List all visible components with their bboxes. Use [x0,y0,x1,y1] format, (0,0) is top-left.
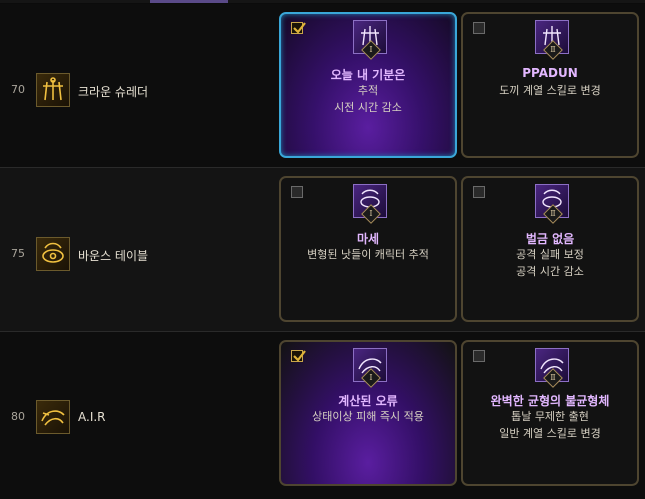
skill-level: 80 [11,410,25,423]
talent-option-card[interactable]: Ⅰ 계산된 오류 상태이상 피해 즉시 적용 [279,340,457,486]
option-title: 벌금 없음 [525,232,575,246]
talent-option-card[interactable]: Ⅰ 마세 변형된 낫들이 캐릭터 추적 [279,176,457,322]
option-desc-line: 공격 시간 감소 [516,265,584,278]
talent-icon: Ⅱ [535,184,569,224]
talent-icon: Ⅰ [353,184,387,224]
option-desc-line: 공격 실패 보정 [516,248,584,261]
option-checkbox[interactable] [473,186,485,198]
option-desc-line: 상태이상 피해 즉시 적용 [312,410,424,423]
option-title: 오늘 내 기분은 [330,68,406,82]
skill-name: A.I.R [78,410,106,424]
option-checkbox[interactable] [291,186,303,198]
option-title: PPADUN [522,66,578,80]
talent-option-card[interactable]: Ⅰ 오늘 내 기분은 추적 시전 시간 감소 [279,12,457,158]
talent-icon: Ⅱ [535,20,569,60]
bounce-table-icon[interactable] [36,237,70,271]
top-tab-indicator [150,0,228,3]
option-checkbox[interactable] [291,350,306,362]
talent-icon: Ⅰ [353,20,387,60]
option-desc-line: 추적 [357,84,379,97]
skill-level: 75 [11,247,25,260]
talent-option-card[interactable]: Ⅱ 벌금 없음 공격 실패 보정 공격 시간 감소 [461,176,639,322]
talent-icon: Ⅰ [353,348,387,388]
air-icon[interactable] [36,400,70,434]
option-checkbox[interactable] [473,350,485,362]
skill-level: 70 [11,83,25,96]
option-desc-line: 도끼 계열 스킬로 변경 [499,84,601,97]
top-bar [0,0,645,3]
option-title: 계산된 오류 [338,394,398,408]
option-desc-line: 시전 시간 감소 [334,101,402,114]
crown-shredder-icon[interactable] [36,73,70,107]
option-checkbox[interactable] [291,22,306,34]
talent-icon: Ⅱ [535,348,569,388]
option-desc-line: 톱날 무제한 출현 [511,410,589,423]
skill-name: 바운스 테이블 [78,249,149,263]
option-title: 완벽한 균형의 불균형체 [490,394,610,408]
option-title: 마세 [356,232,380,246]
option-desc-line: 일반 계열 스킬로 변경 [499,427,601,440]
option-desc-line: 변형된 낫들이 캐릭터 추적 [307,248,429,261]
option-checkbox[interactable] [473,22,485,34]
talent-option-card[interactable]: Ⅱ 완벽한 균형의 불균형체 톱날 무제한 출현 일반 계열 스킬로 변경 [461,340,639,486]
skill-name: 크라운 슈레더 [78,85,149,99]
talent-option-card[interactable]: Ⅱ PPADUN 도끼 계열 스킬로 변경 [461,12,639,158]
